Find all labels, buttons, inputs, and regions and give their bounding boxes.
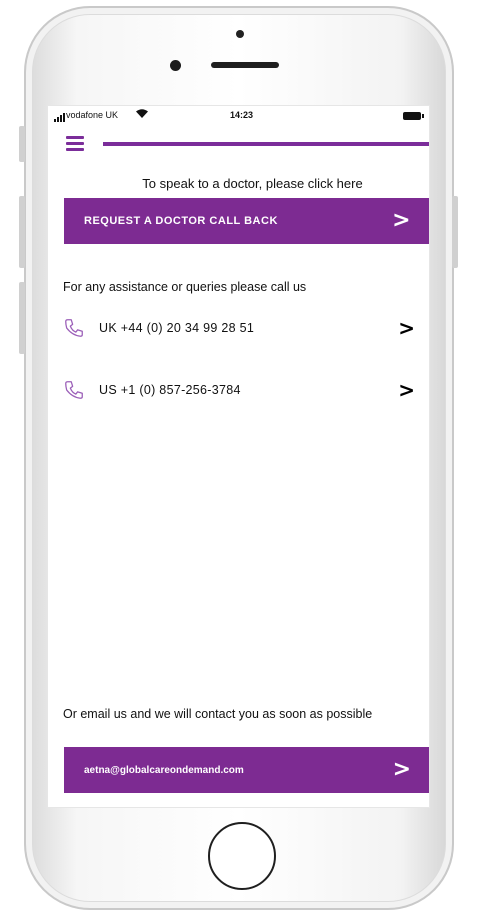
wifi-icon [136, 109, 148, 121]
power-button [452, 196, 458, 268]
us-phone-number: US +1 (0) 857-256-3784 [99, 383, 241, 397]
email-prompt: Or email us and we will contact you as s… [63, 707, 373, 721]
uk-phone-number: UK +44 (0) 20 34 99 28 51 [99, 321, 255, 335]
proximity-sensor [236, 30, 244, 38]
assistance-heading: For any assistance or queries please cal… [63, 280, 307, 294]
chevron-right-icon: > [398, 316, 415, 340]
phone-icon [65, 319, 83, 337]
app-header [48, 130, 429, 158]
call-us-row[interactable]: US +1 (0) 857-256-3784 > [63, 376, 415, 404]
mute-switch [19, 126, 25, 162]
hamburger-menu-icon[interactable] [66, 136, 84, 151]
request-doctor-callback-label: REQUEST A DOCTOR CALL BACK [84, 215, 278, 227]
email-button[interactable]: aetna@globalcareondemand.com > [64, 747, 429, 793]
app-screen: vodafone UK 14:23 To speak to a doctor, … [47, 105, 430, 808]
request-doctor-callback-button[interactable]: REQUEST A DOCTOR CALL BACK > [64, 198, 429, 244]
chevron-right-icon: > [392, 208, 411, 233]
header-accent-line [103, 142, 429, 146]
earpiece-speaker [211, 62, 279, 68]
front-camera [170, 60, 181, 71]
chevron-right-icon: > [392, 757, 411, 782]
doctor-prompt: To speak to a doctor, please click here [142, 176, 363, 191]
volume-down-button [19, 282, 25, 354]
status-bar: vodafone UK 14:23 [48, 106, 429, 126]
chevron-right-icon: > [398, 378, 415, 402]
carrier-name: vodafone UK [66, 110, 119, 120]
volume-up-button [19, 196, 25, 268]
call-uk-row[interactable]: UK +44 (0) 20 34 99 28 51 > [63, 314, 415, 342]
signal-icon [54, 113, 65, 122]
email-address-label: aetna@globalcareondemand.com [84, 764, 244, 776]
battery-icon [403, 112, 424, 120]
status-time: 14:23 [230, 110, 254, 120]
home-button[interactable] [208, 822, 276, 890]
phone-icon [65, 381, 83, 399]
